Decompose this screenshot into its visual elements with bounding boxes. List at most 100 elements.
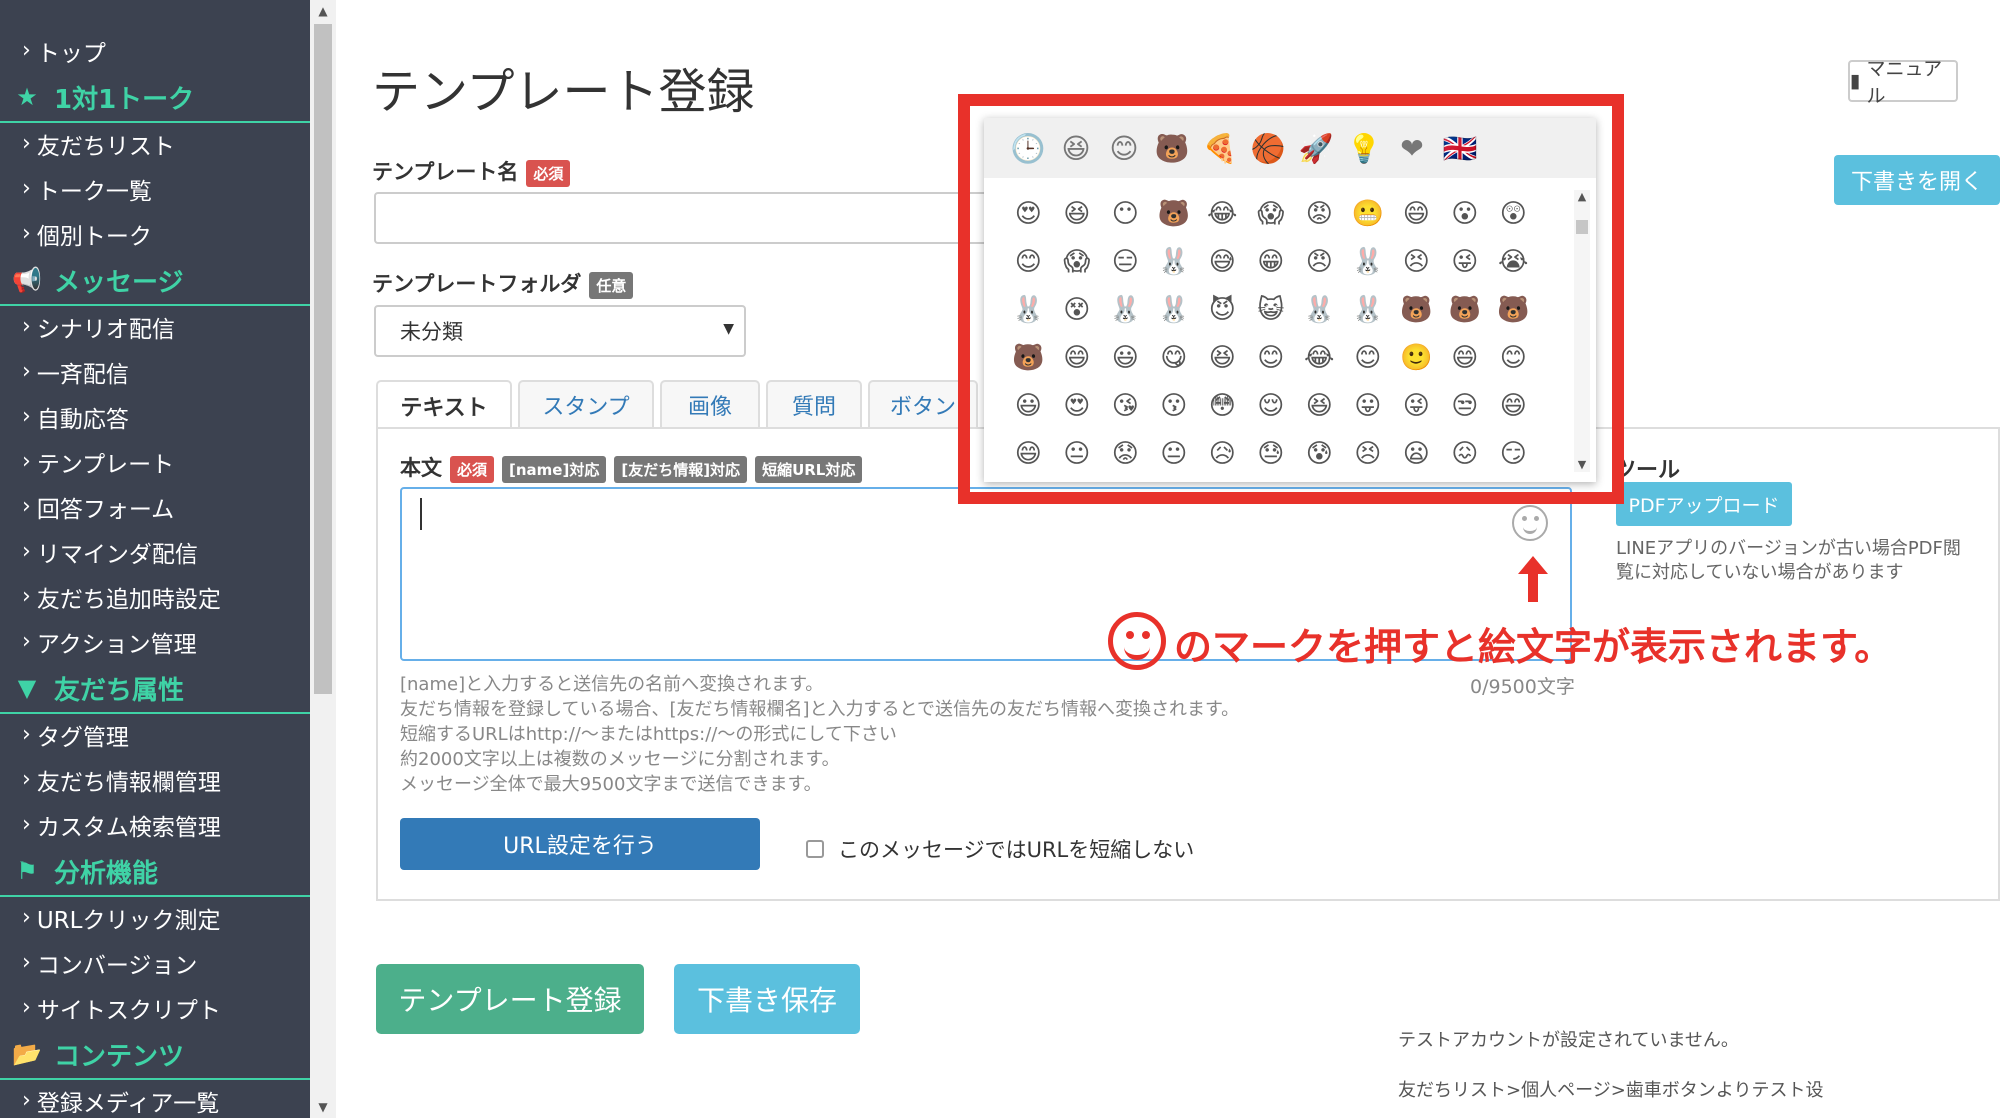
sidebar-item[interactable]: › リマインダ配信 — [0, 529, 310, 574]
emoji-icon[interactable]: 🐻 — [1150, 190, 1199, 238]
emoji-category-icon[interactable]: ❤ — [1388, 132, 1436, 165]
emoji-icon[interactable]: 😑 — [1101, 238, 1150, 286]
emoji-icon[interactable]: 😍 — [1053, 382, 1102, 430]
emoji-category-icon[interactable]: 😊 — [1100, 132, 1148, 165]
sidebar-item[interactable]: › コンバージョン — [0, 940, 310, 985]
emoji-icon[interactable]: 🐻 — [1004, 334, 1053, 382]
sidebar-item[interactable]: › テンプレート — [0, 439, 310, 484]
emoji-scroll-thumb[interactable] — [1576, 220, 1588, 234]
sidebar-item[interactable]: › アクション管理 — [0, 619, 310, 664]
sidebar-scroll-thumb[interactable] — [314, 24, 332, 694]
emoji-category-icon[interactable]: 🚀 — [1292, 132, 1340, 165]
emoji-icon[interactable]: 😄 — [1004, 430, 1053, 478]
emoji-icon[interactable]: 😋 — [1150, 334, 1199, 382]
sidebar-item[interactable]: › トップ — [0, 28, 310, 73]
emoji-icon[interactable]: 😛 — [1344, 382, 1393, 430]
emoji-icon[interactable]: 😍 — [1004, 190, 1053, 238]
sidebar-item[interactable]: › 個別トーク — [0, 211, 310, 256]
emoji-icon[interactable]: 😠 — [1295, 238, 1344, 286]
emoji-icon[interactable]: 😰 — [1295, 430, 1344, 478]
emoji-icon[interactable]: 🐰 — [1295, 286, 1344, 334]
sidebar-item[interactable]: › カスタム検索管理 — [0, 802, 310, 847]
emoji-icon[interactable]: 😦 — [1392, 430, 1441, 478]
emoji-picker-scrollbar[interactable]: ▲ ▼ — [1574, 190, 1590, 472]
scroll-down-icon[interactable]: ▼ — [310, 1100, 336, 1114]
sidebar-section-header[interactable]: 📢 メッセージ — [0, 256, 310, 306]
emoji-icon[interactable]: 😊 — [1247, 334, 1296, 382]
emoji-icon[interactable]: 😆 — [1198, 334, 1247, 382]
sidebar-item[interactable]: › 登録メディア一覧 — [0, 1078, 310, 1118]
sidebar-section-header[interactable]: ▼ 友だち属性 — [0, 664, 310, 714]
sidebar-item[interactable]: › シナリオ配信 — [0, 304, 310, 349]
tab-question[interactable]: 質問 — [766, 380, 862, 428]
tab-image[interactable]: 画像 — [660, 380, 760, 428]
register-template-button[interactable]: テンプレート登録 — [376, 964, 644, 1034]
emoji-category-icon[interactable]: 🏀 — [1244, 132, 1292, 165]
emoji-icon[interactable]: 😃 — [1101, 334, 1150, 382]
emoji-icon[interactable]: 😱 — [1053, 238, 1102, 286]
emoji-icon[interactable]: 😊 — [1489, 334, 1538, 382]
emoji-icon[interactable]: 😬 — [1344, 190, 1393, 238]
open-draft-button[interactable]: 下書きを開く — [1834, 155, 2000, 205]
emoji-icon[interactable]: 😄 — [1392, 190, 1441, 238]
sidebar-item[interactable]: › タグ管理 — [0, 712, 310, 757]
save-draft-button[interactable]: 下書き保存 — [674, 964, 860, 1034]
emoji-icon[interactable]: 😓 — [1247, 430, 1296, 478]
emoji-icon[interactable]: 😮 — [1441, 190, 1490, 238]
emoji-icon[interactable]: 🐰 — [1101, 286, 1150, 334]
sidebar-item[interactable]: › URLクリック測定 — [0, 895, 310, 940]
emoji-icon[interactable]: 😖 — [1441, 430, 1490, 478]
manual-button[interactable]: ▮ マニュアル — [1848, 58, 1958, 107]
emoji-icon[interactable]: 😄 — [1489, 382, 1538, 430]
tab-text[interactable]: テキスト — [376, 380, 512, 430]
emoji-icon[interactable]: 😘 — [1101, 382, 1150, 430]
emoji-icon[interactable]: 😂 — [1198, 190, 1247, 238]
emoji-icon[interactable]: 😐 — [1053, 430, 1102, 478]
scroll-down-icon[interactable]: ▼ — [1574, 458, 1590, 471]
emoji-icon[interactable]: 😐 — [1150, 430, 1199, 478]
emoji-icon[interactable]: 🙂 — [1392, 334, 1441, 382]
sidebar-section-header[interactable]: 📂 コンテンツ — [0, 1030, 310, 1080]
emoji-icon[interactable]: 🐰 — [1004, 286, 1053, 334]
emoji-icon[interactable]: 😱 — [1247, 190, 1296, 238]
sidebar-section-header[interactable]: ⚑ 分析機能 — [0, 847, 310, 897]
emoji-icon[interactable]: 😜 — [1441, 238, 1490, 286]
emoji-category-icon[interactable]: 😆 — [1052, 132, 1100, 165]
emoji-icon[interactable]: 😵 — [1053, 286, 1102, 334]
emoji-icon[interactable]: 🐰 — [1344, 238, 1393, 286]
emoji-icon[interactable]: 🐻 — [1441, 286, 1490, 334]
emoji-icon[interactable]: 🐰 — [1344, 286, 1393, 334]
sidebar-section-header[interactable]: ★ 1対1トーク — [0, 73, 310, 123]
emoji-icon[interactable]: 🐰 — [1150, 238, 1199, 286]
pdf-upload-button[interactable]: PDFアップロード — [1616, 482, 1792, 526]
url-settings-button[interactable]: URL設定を行う — [400, 818, 760, 870]
emoji-icon[interactable]: 😂 — [1295, 334, 1344, 382]
emoji-icon[interactable]: 😗 — [1150, 382, 1199, 430]
emoji-icon[interactable]: 😃 — [1004, 382, 1053, 430]
emoji-icon[interactable]: 😟 — [1101, 430, 1150, 478]
emoji-icon[interactable]: 😭 — [1489, 238, 1538, 286]
emoji-icon[interactable]: 😊 — [1004, 238, 1053, 286]
scroll-up-icon[interactable]: ▲ — [1574, 190, 1590, 203]
emoji-button-icon[interactable] — [1512, 505, 1548, 541]
emoji-icon[interactable]: 😅 — [1198, 238, 1247, 286]
sidebar-item[interactable]: › 友だちリスト — [0, 121, 310, 166]
emoji-icon[interactable]: 🐻 — [1489, 286, 1538, 334]
emoji-icon[interactable]: 😶 — [1101, 190, 1150, 238]
emoji-icon[interactable]: 🐻 — [1392, 286, 1441, 334]
emoji-icon[interactable]: 😣 — [1392, 238, 1441, 286]
sidebar-item[interactable]: › トーク一覧 — [0, 166, 310, 211]
emoji-icon[interactable]: 😌 — [1247, 382, 1296, 430]
emoji-category-icon[interactable]: 🐻 — [1148, 132, 1196, 165]
no-shorten-checkbox[interactable] — [806, 840, 824, 858]
tab-stamp[interactable]: スタンプ — [518, 380, 654, 428]
emoji-icon[interactable]: 😆 — [1295, 382, 1344, 430]
emoji-icon[interactable]: 😊 — [1344, 334, 1393, 382]
emoji-icon[interactable]: 😜 — [1392, 382, 1441, 430]
sidebar-item[interactable]: › 一斉配信 — [0, 349, 310, 394]
emoji-icon[interactable]: 😈 — [1198, 286, 1247, 334]
emoji-icon[interactable]: 😲 — [1489, 190, 1538, 238]
emoji-icon[interactable]: 😏 — [1489, 430, 1538, 478]
emoji-icon[interactable]: 😄 — [1053, 334, 1102, 382]
sidebar-item[interactable]: › 友だち情報欄管理 — [0, 757, 310, 802]
